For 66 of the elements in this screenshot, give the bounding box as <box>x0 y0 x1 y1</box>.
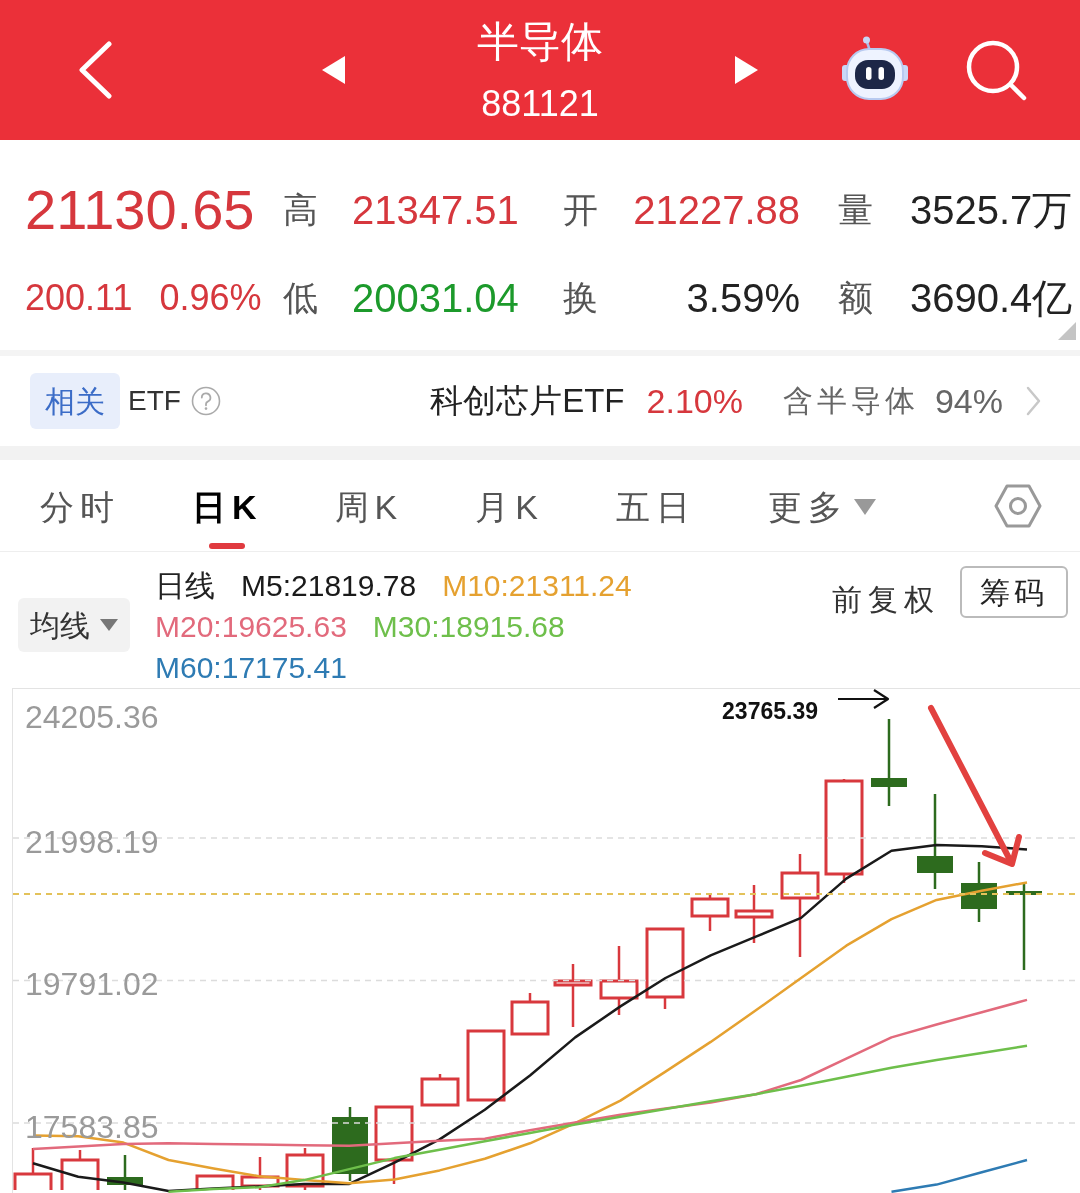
caret-down-icon <box>853 499 876 515</box>
stock-code: 881121 <box>481 84 599 124</box>
candlestick <box>690 893 730 931</box>
candlestick <box>60 1150 100 1190</box>
candlestick <box>240 1157 280 1190</box>
tab[interactable]: 分时 <box>40 487 120 527</box>
tab-indicator <box>209 543 246 549</box>
back-icon[interactable] <box>78 41 112 99</box>
moving-average-value: M60:17175.41 <box>155 650 347 686</box>
stat-label: 开 <box>563 189 598 231</box>
candlestick <box>553 964 593 1027</box>
moving-average-value: M10:21311.24 <box>442 568 632 604</box>
stat-label: 高 <box>283 189 318 231</box>
stat-value: 3690.4亿 <box>910 275 1073 322</box>
stat-value: 3525.7万 <box>910 187 1073 234</box>
stat-value: 21227.88 <box>633 187 800 234</box>
y-axis-label: 17583.85 <box>25 1109 159 1145</box>
candlestick <box>107 1155 143 1190</box>
y-axis-label: 19791.02 <box>25 966 159 1003</box>
y-axis-label: 21998.19 <box>25 824 159 860</box>
tab[interactable]: 更多 <box>767 487 876 527</box>
help-icon[interactable] <box>190 386 221 416</box>
indicator-dropdown[interactable]: 均线 <box>18 598 130 652</box>
adjust-mode[interactable]: 前复权 <box>832 580 940 620</box>
tab[interactable]: 日K <box>192 487 263 549</box>
moving-average-value: M30:18915.68 <box>372 609 565 645</box>
tab[interactable]: 五日 <box>615 487 696 527</box>
holding-label: 含半导体 <box>782 383 919 419</box>
moving-average-value: M20:19625.63 <box>155 609 347 645</box>
stat-value: 20031.04 <box>352 275 519 322</box>
candlestick <box>13 1148 53 1190</box>
fund-name[interactable]: 科创芯片ETF <box>430 381 625 421</box>
price-change: 200.11 <box>25 276 133 320</box>
fund-change: 2.10% <box>646 381 743 421</box>
tab[interactable]: 周K <box>334 487 404 527</box>
stock-title: 半导体 <box>477 18 603 66</box>
right-triangle-icon[interactable] <box>735 56 758 84</box>
stat-label: 低 <box>283 277 318 319</box>
settings-icon[interactable] <box>994 482 1042 530</box>
legend-title: 日线 <box>155 568 215 604</box>
etf-label: ETF <box>128 384 181 418</box>
search-icon[interactable] <box>965 39 1027 101</box>
candlestick <box>599 946 639 1015</box>
chips-button[interactable]: 筹码 <box>960 566 1068 618</box>
candlestick <box>420 1074 460 1107</box>
left-triangle-icon[interactable] <box>322 56 345 84</box>
index-price: 21130.65 <box>25 178 255 242</box>
stat-label: 量 <box>838 189 873 231</box>
caret-down-icon <box>100 619 118 631</box>
y-axis-label: 24205.36 <box>25 699 159 736</box>
candlestick <box>195 1174 235 1190</box>
related-tag: 相关 <box>30 373 120 429</box>
stat-value: 3.59% <box>686 275 800 322</box>
stat-label: 额 <box>838 277 873 319</box>
candlestick <box>734 885 774 943</box>
moving-average-value: M5:21819.78 <box>241 568 417 604</box>
stat-label: 换 <box>563 277 598 319</box>
holding-share: 94% <box>934 381 1003 421</box>
candlestick <box>510 993 550 1036</box>
tab[interactable]: 月K <box>475 487 544 527</box>
change-percent: 0.96% <box>159 276 262 320</box>
high-price-label: 23765.39 <box>722 699 818 723</box>
stat-value: 21347.51 <box>352 187 519 234</box>
candlestick <box>285 1148 325 1190</box>
candlestick <box>961 862 997 922</box>
annotation-arrow <box>838 689 890 709</box>
